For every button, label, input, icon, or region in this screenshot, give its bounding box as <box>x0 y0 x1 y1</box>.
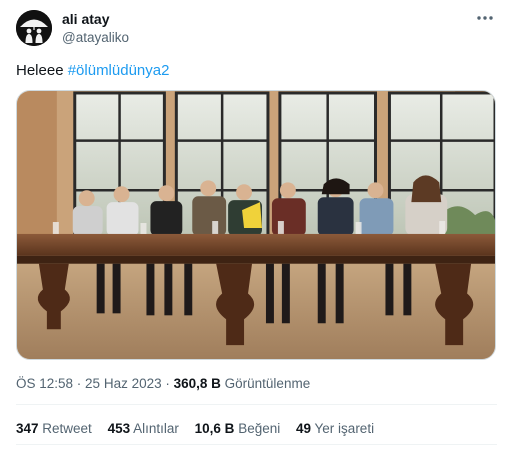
author-avatar[interactable] <box>16 10 52 46</box>
tweet-date[interactable]: 25 Haz 2023 <box>85 376 162 391</box>
bookmarks-label: Yer işareti <box>311 421 375 436</box>
engagement-stats: 347 Retweet 453 Alıntılar 10,6 B Beğeni … <box>16 421 386 436</box>
divider <box>16 444 497 445</box>
tweet-text: Heleee #ölümlüdünya2 <box>16 62 169 79</box>
author-handle[interactable]: @atayaliko <box>62 30 129 45</box>
group-photo-image <box>17 91 495 359</box>
retweets-stat[interactable]: 347 Retweet <box>16 421 92 436</box>
bookmarks-count: 49 <box>296 421 312 436</box>
bookmarks-stat[interactable]: 49 Yer işareti <box>296 421 374 436</box>
meta-separator: · <box>161 376 174 391</box>
hashtag-link[interactable]: #ölümlüdünya2 <box>68 62 170 79</box>
meta-separator: · <box>73 376 86 391</box>
tweet-meta: ÖS 12:58 · 25 Haz 2023 · 360,8 B Görüntü… <box>16 376 310 391</box>
likes-label: Beğeni <box>234 421 281 436</box>
umbrella-people-avatar-icon <box>16 10 52 46</box>
retweets-count: 347 <box>16 421 39 436</box>
tweet-time[interactable]: ÖS 12:58 <box>16 376 73 391</box>
tweet-text-body: Heleee <box>16 62 68 79</box>
more-dots-icon <box>477 16 493 20</box>
retweets-label: Retweet <box>38 421 92 436</box>
tweet-card: ali atay @atayaliko Heleee #ölümlüdünya2 <box>0 0 511 450</box>
likes-count: 10,6 B <box>194 421 235 436</box>
views-label: Görüntülenme <box>220 376 311 391</box>
author-name[interactable]: ali atay <box>62 11 109 27</box>
quotes-count: 453 <box>107 421 131 436</box>
tweet-photo[interactable] <box>16 90 496 360</box>
quotes-label: Alıntılar <box>130 421 179 436</box>
more-options-button[interactable] <box>473 8 497 28</box>
quotes-stat[interactable]: 453 Alıntılar <box>108 421 179 436</box>
likes-stat[interactable]: 10,6 B Beğeni <box>195 421 281 436</box>
divider <box>16 404 497 405</box>
views-count: 360,8 B <box>173 376 221 391</box>
